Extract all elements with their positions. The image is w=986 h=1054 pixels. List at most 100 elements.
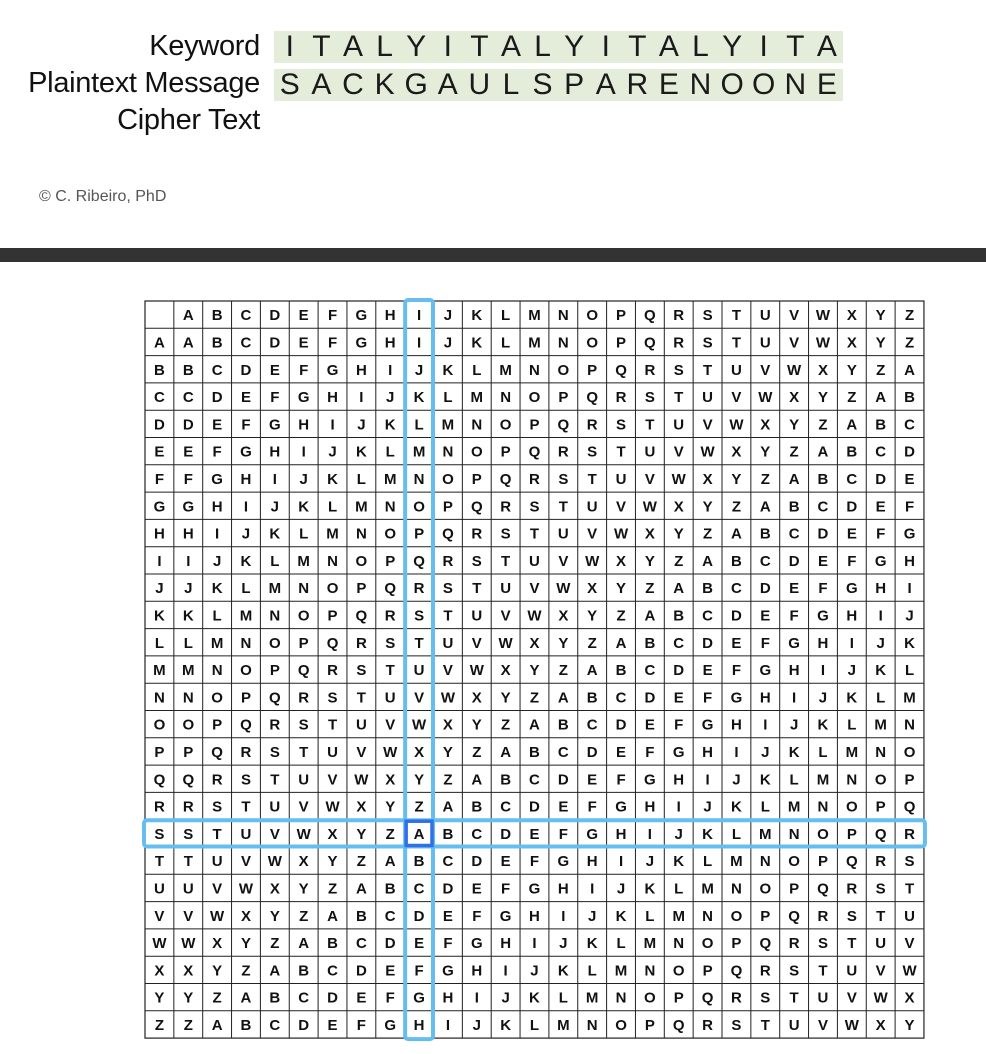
table-cell: J [213,553,221,570]
table-cell: K [298,498,309,515]
table-cell: O [644,990,656,1007]
table-cell: J [473,1017,481,1034]
table-cell: K [904,635,915,652]
table-cell: K [818,717,829,734]
table-cell: K [443,362,454,379]
table-cell: X [760,416,770,433]
table-cell: C [241,334,252,351]
table-cell: B [212,334,223,351]
table-cell: N [846,771,857,788]
table-cell: K [212,580,223,597]
table-cell: I [907,580,911,597]
table-cell: N [183,689,194,706]
table-cell: U [385,689,396,706]
table-cell: D [904,444,915,461]
table-cell: A [500,744,511,761]
table-cell: W [787,362,802,379]
table-cell: P [789,880,799,897]
table-cell: O [586,334,598,351]
table-cell: X [905,990,915,1007]
table-cell: O [384,526,396,543]
table-cell: V [356,744,366,761]
table-cell: L [213,607,222,624]
table-cell: Q [875,826,887,843]
table-cell: K [385,416,396,433]
table-cell: J [790,717,798,734]
table-cell: J [501,990,509,1007]
table-cell: E [674,689,684,706]
table-cell: T [645,416,654,433]
table-cell: J [242,526,250,543]
table-cell: H [644,799,655,816]
table-cell: Y [385,799,395,816]
table-cell: N [471,416,482,433]
table-cell: E [905,471,915,488]
column-header-cell: M [528,307,541,324]
table-cell: T [501,553,510,570]
table-cell: L [588,962,597,979]
table-cell: K [356,444,367,461]
table-cell: Y [616,580,626,597]
table-cell: Y [501,689,511,706]
column-header-cell: H [385,307,396,324]
table-cell: G [846,580,858,597]
table-cell: D [789,553,800,570]
table-cell: D [298,1017,309,1034]
row-header-cell: H [154,526,165,543]
table-cell: Q [846,853,858,870]
table-cell: Y [529,662,539,679]
table-cell: E [616,744,626,761]
table-cell: C [443,853,454,870]
table-cell: J [617,880,625,897]
row-header-cell: Q [154,771,166,788]
table-cell: A [875,389,886,406]
table-cell: R [846,880,857,897]
table-cell: H [702,744,713,761]
column-header-cell: C [241,307,252,324]
table-cell: S [270,744,280,761]
table-cell: J [703,799,711,816]
table-cell: H [269,444,280,461]
table-cell: S [443,580,453,597]
table-cell: S [905,853,915,870]
table-cell: K [471,334,482,351]
table-cell: B [443,826,454,843]
table-cell: M [269,580,282,597]
table-cell: Y [731,471,741,488]
table-cell: N [616,990,627,1007]
table-cell: H [673,771,684,788]
table-cell: B [702,580,713,597]
table-cell: M [384,471,397,488]
table-cell: G [298,389,310,406]
table-cell: Z [328,880,337,897]
table-cell: S [299,717,309,734]
table-cell: X [847,334,857,351]
table-cell: U [587,498,598,515]
table-cell: C [558,744,569,761]
table-cell: K [529,990,540,1007]
table-cell: V [529,580,539,597]
table-cell: H [212,498,223,515]
table-cell: V [270,826,280,843]
table-cell: I [734,744,738,761]
table-cell: H [875,580,886,597]
table-cell: N [789,826,800,843]
table-cell: V [472,635,482,652]
column-header-cell: L [501,307,510,324]
table-cell: I [792,689,796,706]
table-cell: A [558,689,569,706]
table-cell: Y [847,362,857,379]
table-cell: X [443,717,453,734]
table-cell: E [703,662,713,679]
table-cell: Y [587,607,597,624]
table-cell: H [789,662,800,679]
table-cell: S [328,689,338,706]
table-cell: I [879,607,883,624]
table-cell: S [414,607,424,624]
table-cell: P [241,689,251,706]
table-cell: R [356,635,367,652]
table-cell: X [789,389,799,406]
table-cell: A [846,416,857,433]
table-cell: J [530,962,538,979]
table-cell: Q [442,526,454,543]
